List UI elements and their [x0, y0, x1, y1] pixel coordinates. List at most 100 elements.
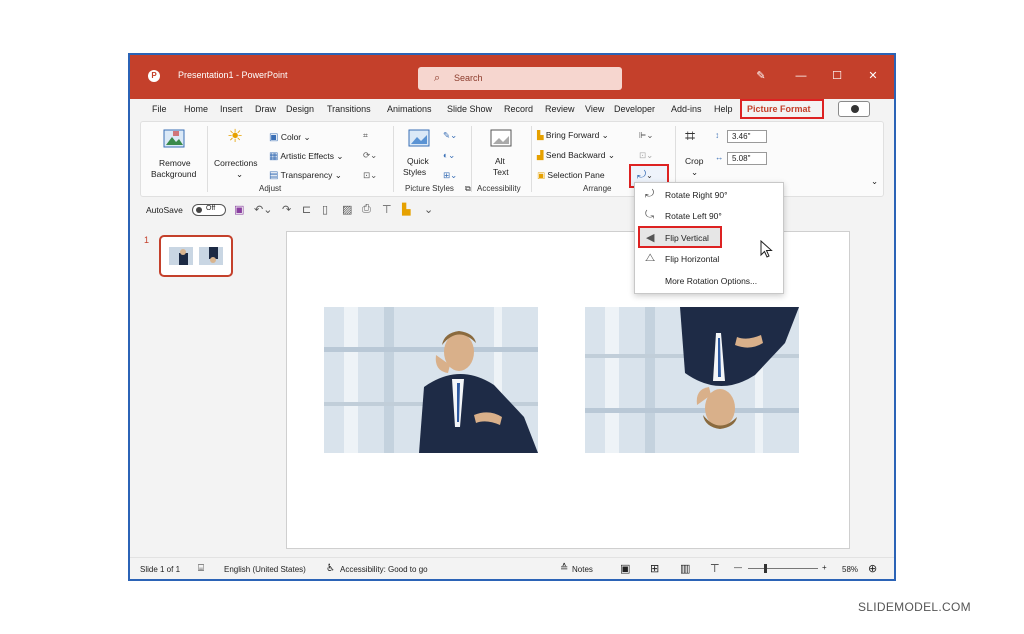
bring-forward-button[interactable]: ▙ Bring Forward ⌄: [537, 130, 609, 141]
artistic-effects-button[interactable]: ▦ Artistic Effects ⌄: [269, 151, 344, 162]
divider: [207, 126, 208, 192]
collapse-ribbon-icon[interactable]: ⌄: [871, 176, 878, 187]
quick-styles-label-2[interactable]: Styles: [403, 167, 426, 177]
shapes-icon[interactable]: ▙: [402, 203, 410, 216]
remove-background-label-2[interactable]: Background: [151, 169, 196, 179]
spellcheck-icon[interactable]: ⌸: [198, 563, 204, 574]
alt-text-icon: [489, 128, 513, 155]
bring-forward-label: Bring Forward: [545, 130, 600, 140]
accessibility-status[interactable]: Accessibility: Good to go: [340, 565, 428, 574]
notes-icon: ≙: [560, 563, 569, 574]
compress-pictures-icon[interactable]: ⌗: [363, 130, 368, 141]
color-icon: ▣: [269, 132, 279, 143]
undo-icon[interactable]: ↶⌄: [254, 203, 272, 216]
tab-animations[interactable]: Animations: [387, 104, 432, 114]
dialog-launcher-icon[interactable]: ⧉: [465, 184, 471, 194]
minimize-button[interactable]: —: [790, 65, 812, 87]
corrections-icon: ☀: [227, 126, 244, 146]
tab-review[interactable]: Review: [545, 104, 575, 114]
zoom-slider[interactable]: [748, 568, 818, 569]
menu-item-flip-vertical[interactable]: ◀ Flip Vertical: [638, 226, 722, 248]
transparency-button[interactable]: ▤ Transparency ⌄: [269, 170, 342, 181]
tab-transitions[interactable]: Transitions: [327, 104, 371, 114]
search-box[interactable]: ⌕ Search: [418, 67, 622, 90]
menu-item-rotate-right[interactable]: ⤾ Rotate Right 90°: [635, 185, 783, 205]
search-icon: ⌕: [434, 72, 441, 84]
picture-border-icon[interactable]: ✎⌄: [443, 130, 457, 141]
height-input[interactable]: 3.46": [727, 130, 767, 143]
watermark: SLIDEMODEL.COM: [858, 600, 971, 614]
zoom-in-icon[interactable]: +: [822, 563, 827, 572]
fit-slide-icon[interactable]: ⊕: [868, 562, 877, 575]
zoom-slider-thumb[interactable]: [764, 564, 767, 573]
align-icon[interactable]: ⊫⌄: [639, 130, 654, 141]
maximize-button[interactable]: ☐: [826, 65, 848, 87]
remove-background-label-1[interactable]: Remove: [159, 158, 191, 168]
rotate-button[interactable]: ⤾⌄: [637, 169, 653, 182]
record-button[interactable]: [838, 101, 870, 117]
menu-item-label: Rotate Left 90°: [665, 211, 722, 221]
tab-design[interactable]: Design: [286, 104, 314, 114]
group-icon[interactable]: ⊡⌄: [639, 150, 653, 161]
width-input[interactable]: 5.08": [727, 152, 767, 165]
tab-insert[interactable]: Insert: [220, 104, 243, 114]
corrections-button[interactable]: Corrections: [214, 158, 257, 168]
autosave-toggle[interactable]: Off: [192, 204, 226, 216]
slide-counter: Slide 1 of 1: [140, 565, 181, 574]
thumbnail-pane: 1: [130, 225, 250, 555]
powerpoint-window: P Presentation1 - PowerPoint ⌕ Search ✎ …: [128, 53, 896, 581]
tab-file[interactable]: File: [152, 104, 167, 114]
notes-button[interactable]: Notes: [572, 565, 593, 574]
normal-view-icon[interactable]: ▣: [620, 562, 630, 575]
rotate-right-icon: ⤾: [645, 188, 655, 200]
print-icon[interactable]: ⎙: [362, 203, 371, 216]
picture-icon[interactable]: ▨: [342, 203, 352, 216]
menu-item-more-rotation-options[interactable]: More Rotation Options...: [635, 271, 783, 291]
tab-record[interactable]: Record: [504, 104, 533, 114]
selection-pane-label: Selection Pane: [547, 170, 605, 180]
transparency-icon: ▤: [269, 170, 279, 181]
save-icon[interactable]: ▣: [234, 203, 244, 216]
slideshow-icon[interactable]: ⊤: [382, 203, 392, 216]
customize-qat-icon[interactable]: ⌄: [424, 203, 433, 216]
tab-add-ins[interactable]: Add-ins: [671, 104, 702, 114]
picture-effects-icon[interactable]: ◐⌄: [443, 150, 455, 161]
tab-picture-format[interactable]: Picture Format: [747, 104, 811, 114]
send-backward-button[interactable]: ▟ Send Backward ⌄: [537, 150, 615, 161]
photo-flipped[interactable]: [585, 307, 799, 453]
slide-thumbnail[interactable]: [159, 235, 233, 277]
reading-view-icon[interactable]: ▥: [680, 562, 690, 575]
tab-developer[interactable]: Developer: [614, 104, 655, 114]
quick-styles-label-1[interactable]: Quick: [407, 156, 429, 166]
rotate-menu: ⤾ Rotate Right 90° ⤿ Rotate Left 90° ◀ F…: [634, 182, 784, 294]
change-picture-icon[interactable]: ⟳⌄: [363, 150, 377, 161]
close-button[interactable]: ✕: [862, 65, 884, 87]
slideshow-view-icon[interactable]: ⊤: [710, 562, 720, 575]
slide-sorter-icon[interactable]: ⊞: [650, 562, 659, 575]
thumbnail-photo-flipped: [199, 247, 223, 265]
menu-item-rotate-left[interactable]: ⤿ Rotate Left 90°: [635, 206, 783, 226]
tab-help[interactable]: Help: [714, 104, 733, 114]
send-backward-icon: ▟: [537, 150, 544, 160]
tab-view[interactable]: View: [585, 104, 604, 114]
alt-text-label-2[interactable]: Text: [493, 167, 509, 177]
redo-icon[interactable]: ↷: [282, 203, 291, 216]
color-button[interactable]: ▣ Color ⌄: [269, 132, 311, 143]
tab-draw[interactable]: Draw: [255, 104, 276, 114]
tab-home[interactable]: Home: [184, 104, 208, 114]
language-status[interactable]: English (United States): [224, 565, 306, 574]
open-icon[interactable]: ⊏: [302, 203, 311, 216]
picture-layout-icon[interactable]: ⊞⌄: [443, 170, 457, 181]
tab-slide-show[interactable]: Slide Show: [447, 104, 492, 114]
artistic-effects-label: Artistic Effects: [280, 151, 335, 161]
reset-picture-icon[interactable]: ⊡⌄: [363, 170, 377, 181]
alt-text-label-1[interactable]: Alt: [495, 156, 505, 166]
zoom-out-icon[interactable]: —: [734, 563, 742, 572]
zoom-level[interactable]: 58%: [842, 565, 858, 574]
selection-pane-button[interactable]: ▣ Selection Pane: [537, 170, 605, 181]
arrange-group-label: Arrange: [583, 184, 612, 193]
crop-button[interactable]: Crop: [685, 156, 703, 166]
pen-icon[interactable]: ✎: [750, 65, 772, 87]
new-icon[interactable]: ▯: [322, 203, 328, 216]
photo-original[interactable]: [324, 307, 538, 453]
